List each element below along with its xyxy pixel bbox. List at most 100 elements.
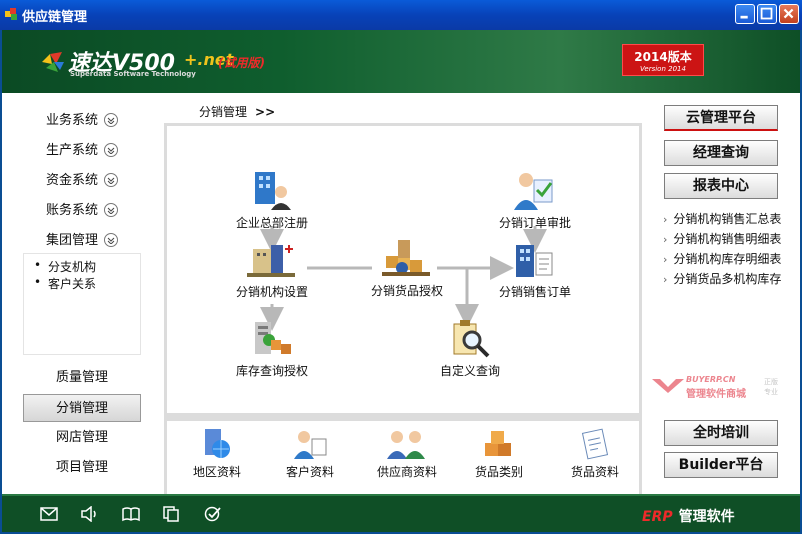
copy-icon[interactable] xyxy=(162,506,180,522)
training-button[interactable]: 全时培训 xyxy=(664,420,778,446)
node-label: 库存查询授权 xyxy=(235,364,308,378)
node-label: 自定义查询 xyxy=(439,364,500,378)
sidebar-item-project[interactable]: 项目管理 xyxy=(23,454,141,482)
version-badge: 2014版本 Version 2014 xyxy=(622,44,704,76)
globe-book-icon xyxy=(205,429,230,458)
main-area: 业务系统 生产系统 资金系统 账务系统 集团管理 分支机构 客户关系 质量管理 … xyxy=(2,93,800,494)
link-region[interactable]: 地区资料 xyxy=(177,427,257,480)
report-center-button[interactable]: 报表中心 xyxy=(664,173,778,199)
book-icon[interactable] xyxy=(122,506,140,522)
sidebar-item-label: 账务系统 xyxy=(46,203,99,218)
link-goods[interactable]: 货品资料 xyxy=(555,427,635,480)
maximize-button[interactable] xyxy=(757,4,777,24)
link-customer[interactable]: 客户资料 xyxy=(270,427,350,480)
node-goods-auth[interactable]: 分销货品授权 xyxy=(362,238,452,299)
app-header: 速达V500 +.net (试用版) Superdata Software Te… xyxy=(2,30,800,93)
erp-suffix: 管理软件 xyxy=(678,509,735,525)
submenu-item-branches[interactable]: 分支机构 xyxy=(34,258,96,275)
node-stock-query-auth[interactable]: 库存查询授权 xyxy=(227,318,317,379)
supplier-icon xyxy=(387,431,425,459)
node-sales-order[interactable]: 分销销售订单 xyxy=(490,239,580,300)
link-label: 货品类别 xyxy=(474,465,523,479)
chevron-right-icon: › xyxy=(663,213,668,226)
logo-icon xyxy=(42,52,64,72)
report-link[interactable]: › 分销机构库存明细表 xyxy=(663,250,781,267)
node-label: 分销货品授权 xyxy=(370,284,443,298)
mail-icon[interactable] xyxy=(40,506,58,522)
watermark-name: 管理软件商城 xyxy=(686,389,746,400)
version-label: 2014版本 xyxy=(634,50,692,64)
report-link[interactable]: › 分销货品多机构库存 xyxy=(663,270,781,287)
node-custom-query[interactable]: 自定义查询 xyxy=(425,318,515,379)
sidebar: 业务系统 生产系统 资金系统 账务系统 集团管理 分支机构 客户关系 质量管理 … xyxy=(2,93,162,494)
sidebar-item-business[interactable]: 业务系统 xyxy=(46,109,119,129)
watermark-tag1: 正版 xyxy=(764,378,778,386)
chevron-down-icon xyxy=(104,112,119,127)
link-label: 供应商资料 xyxy=(376,465,437,479)
chevron-right-icon: › xyxy=(663,253,668,266)
node-org-setup[interactable]: 分销机构设置 xyxy=(227,241,317,300)
customer-icon xyxy=(294,431,327,459)
close-icon xyxy=(783,8,794,19)
clipboard-search-icon xyxy=(453,320,490,358)
node-order-approve[interactable]: 分销订单审批 xyxy=(490,168,580,231)
check-icon[interactable] xyxy=(204,506,222,522)
logo-trial-label: (试用版) xyxy=(218,56,265,70)
report-label: 分销货品多机构库存 xyxy=(673,272,782,286)
sidebar-item-group[interactable]: 集团管理 xyxy=(46,229,119,249)
builder-platform-button[interactable]: Builder平台 xyxy=(664,452,778,478)
sidebar-item-label: 资金系统 xyxy=(46,173,99,188)
building-user-icon xyxy=(255,172,291,210)
cloud-platform-button[interactable]: 云管理平台 xyxy=(664,105,778,131)
chevron-down-icon xyxy=(104,202,119,217)
approve-user-icon xyxy=(514,173,553,210)
maximize-icon xyxy=(760,7,773,20)
title-bar: 供应链管理 xyxy=(0,0,802,30)
link-label: 客户资料 xyxy=(285,465,334,479)
group-submenu: 分支机构 客户关系 xyxy=(23,253,141,355)
quick-links: 地区资料 客户资料 供应商资料 货品类别 货品资料 xyxy=(167,421,639,494)
sidebar-item-webshop[interactable]: 网店管理 xyxy=(23,424,141,452)
erp-label: ERP xyxy=(642,509,673,525)
report-label: 分销机构销售汇总表 xyxy=(673,212,782,226)
manager-query-button[interactable]: 经理查询 xyxy=(664,140,778,166)
close-button[interactable] xyxy=(779,4,799,24)
watermark: BUYERP.CN 管理软件商城 正版 专业 xyxy=(652,375,792,400)
node-label: 企业总部注册 xyxy=(235,216,308,230)
chevron-down-icon xyxy=(104,142,119,157)
sidebar-item-accounting[interactable]: 账务系统 xyxy=(46,199,119,219)
report-link[interactable]: › 分销机构销售汇总表 xyxy=(663,210,781,227)
speaker-icon[interactable] xyxy=(80,506,98,522)
org-setup-icon xyxy=(247,245,295,277)
node-hq-register[interactable]: 企业总部注册 xyxy=(227,168,317,231)
sidebar-item-distribution[interactable]: 分销管理 xyxy=(23,394,141,422)
sidebar-item-label: 生产系统 xyxy=(46,143,99,158)
version-sublabel: Version 2014 xyxy=(640,65,686,73)
link-supplier[interactable]: 供应商资料 xyxy=(365,427,449,480)
report-link[interactable]: › 分销机构销售明细表 xyxy=(663,230,781,247)
sidebar-item-label: 业务系统 xyxy=(46,113,99,128)
submenu-item-crm[interactable]: 客户关系 xyxy=(34,275,96,292)
sidebar-item-funds[interactable]: 资金系统 xyxy=(46,169,119,189)
breadcrumb: 分销管理 >> xyxy=(199,103,275,120)
link-goods-category[interactable]: 货品类别 xyxy=(459,427,539,480)
minimize-button[interactable] xyxy=(735,4,755,24)
node-label: 分销销售订单 xyxy=(498,285,571,299)
footer-bar: ERP 管理软件 xyxy=(2,494,800,532)
report-label: 分销机构库存明细表 xyxy=(673,252,782,266)
breadcrumb-arrows: >> xyxy=(255,105,276,119)
minimize-icon xyxy=(740,15,748,19)
watermark-logo-icon xyxy=(652,379,684,393)
breadcrumb-label: 分销管理 xyxy=(199,105,248,119)
chevron-right-icon: › xyxy=(663,233,668,246)
flow-diagram: 企业总部注册 分销机构设置 分销货品授权 库存查询授权 分销订单审批 分销销售订… xyxy=(167,126,639,413)
watermark-url: BUYERP.CN xyxy=(686,375,736,384)
footer-brand: ERP 管理软件 xyxy=(642,506,735,526)
node-label: 分销机构设置 xyxy=(235,285,308,299)
window-title: 供应链管理 xyxy=(22,10,88,25)
sidebar-item-quality[interactable]: 质量管理 xyxy=(23,364,141,392)
sidebar-item-production[interactable]: 生产系统 xyxy=(46,139,119,159)
goods-doc-icon xyxy=(581,428,609,460)
warehouse-icon xyxy=(255,322,291,354)
logo-subtitle: Superdata Software Technology xyxy=(70,70,196,78)
